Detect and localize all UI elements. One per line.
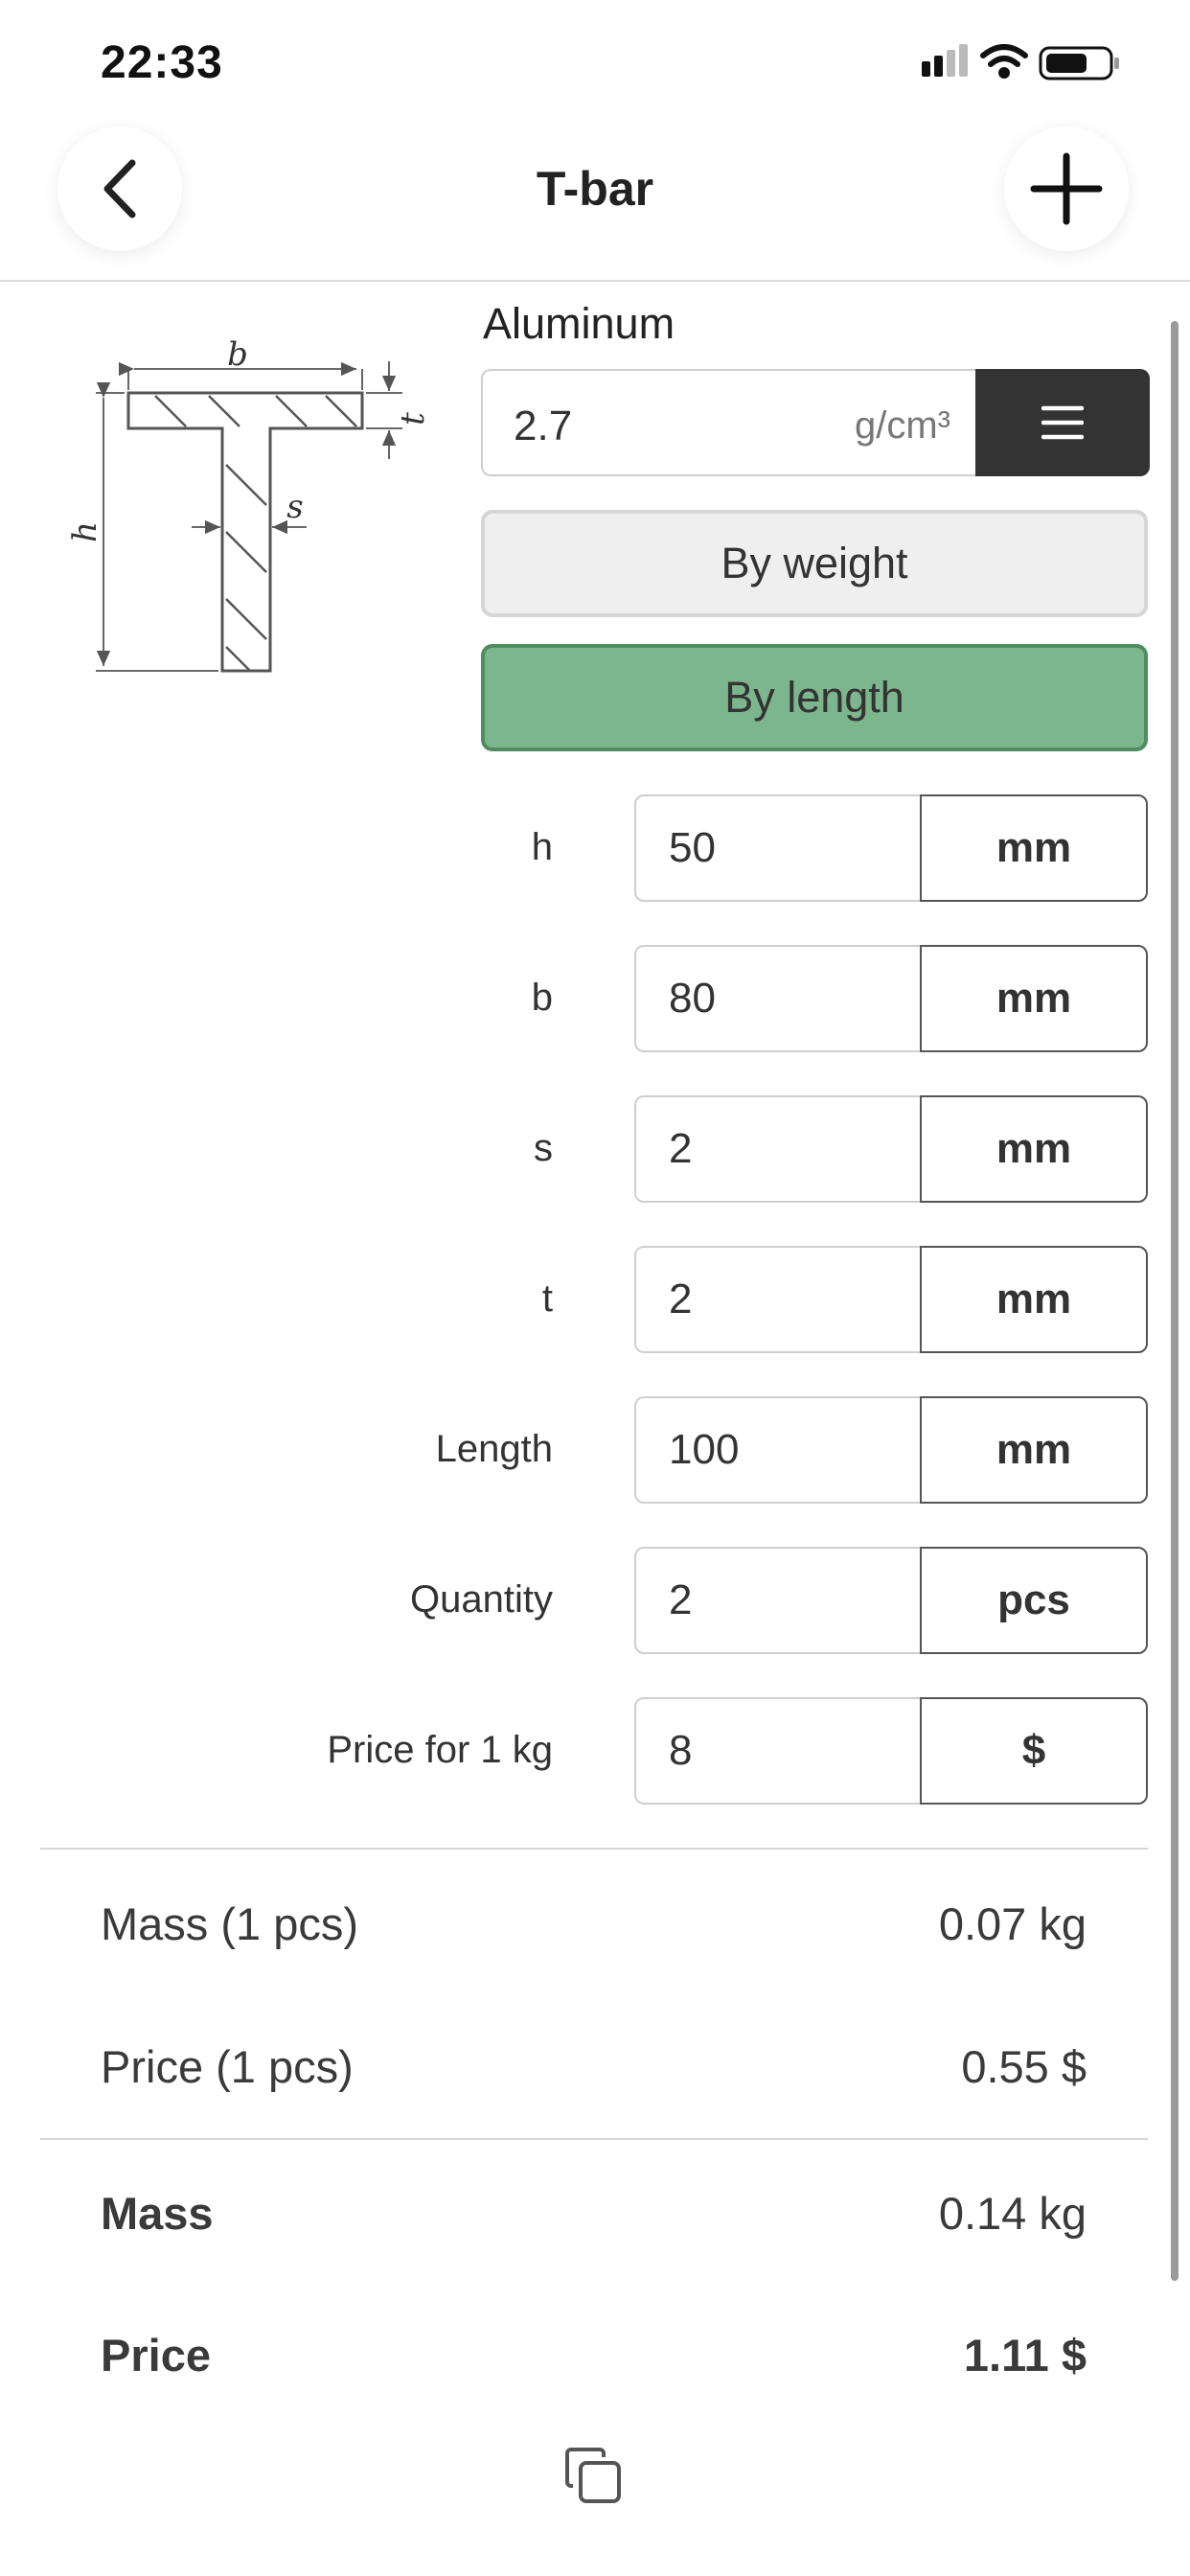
by-length-button[interactable]: By length (481, 644, 1148, 751)
by-weight-button[interactable]: By weight (481, 510, 1148, 617)
param-label-t: t (541, 1277, 553, 1320)
param-label-s: s (534, 1127, 553, 1169)
wifi-icon (980, 44, 1028, 79)
param-input-b[interactable]: 80 (634, 945, 920, 1052)
plus-icon (1030, 152, 1103, 225)
totals-divider (40, 2138, 1148, 2140)
nav-divider (0, 280, 1190, 282)
density-value: 2.7 (514, 402, 573, 449)
material-name: Aluminum (483, 299, 675, 348)
status-time: 22:33 (101, 37, 223, 88)
price-one-value: 0.55 $ (961, 2041, 1087, 2092)
param-unit-h[interactable]: mm (920, 794, 1148, 902)
param-unit-s[interactable]: mm (920, 1095, 1148, 1203)
param-label-price: Price for 1 kg (327, 1729, 553, 1771)
param-unit-t[interactable]: mm (920, 1246, 1148, 1353)
param-label-length: Length (435, 1428, 553, 1470)
param-input-h[interactable]: 50 (634, 794, 920, 902)
param-input-t[interactable]: 2 (634, 1246, 920, 1353)
param-unit-price[interactable]: $ (920, 1697, 1148, 1805)
signal-icon (922, 44, 968, 77)
param-input-quantity[interactable]: 2 (634, 1547, 920, 1654)
param-unit-length[interactable]: mm (920, 1396, 1148, 1504)
price-total-value: 1.11 $ (963, 2330, 1087, 2380)
status-icons (922, 44, 1119, 80)
price-one-label: Price (1 pcs) (101, 2041, 354, 2092)
param-input-length[interactable]: 100 (634, 1396, 920, 1504)
param-label-h: h (531, 826, 553, 868)
dim-b-label: b (227, 340, 248, 374)
param-unit-b[interactable]: mm (920, 945, 1148, 1052)
scrollbar[interactable] (1171, 321, 1179, 2281)
battery-icon (1039, 46, 1119, 80)
param-input-price[interactable]: 8 (634, 1697, 920, 1805)
mass-one-value: 0.07 kg (938, 1898, 1087, 1949)
param-label-b: b (531, 977, 553, 1019)
dim-t-label: t (394, 412, 432, 426)
mass-total-label: Mass (101, 2188, 214, 2239)
mass-total-value: 0.14 kg (938, 2188, 1087, 2239)
density-unit: g/cm³ (855, 404, 950, 447)
results-divider (40, 1848, 1148, 1850)
param-unit-quantity[interactable]: pcs (920, 1547, 1148, 1654)
param-label-quantity: Quantity (410, 1578, 553, 1621)
dim-s-label: s (286, 488, 303, 526)
add-button[interactable] (1004, 126, 1129, 251)
mass-one-label: Mass (1 pcs) (101, 1898, 358, 1949)
material-menu-button[interactable] (975, 369, 1150, 476)
dim-h-label: h (67, 521, 104, 542)
param-input-s[interactable]: 2 (634, 1095, 920, 1203)
price-total-label: Price (101, 2330, 211, 2380)
copy-icon[interactable] (561, 2444, 625, 2507)
t-bar-diagram: b s t h (67, 340, 432, 673)
menu-icon (1041, 405, 1084, 440)
